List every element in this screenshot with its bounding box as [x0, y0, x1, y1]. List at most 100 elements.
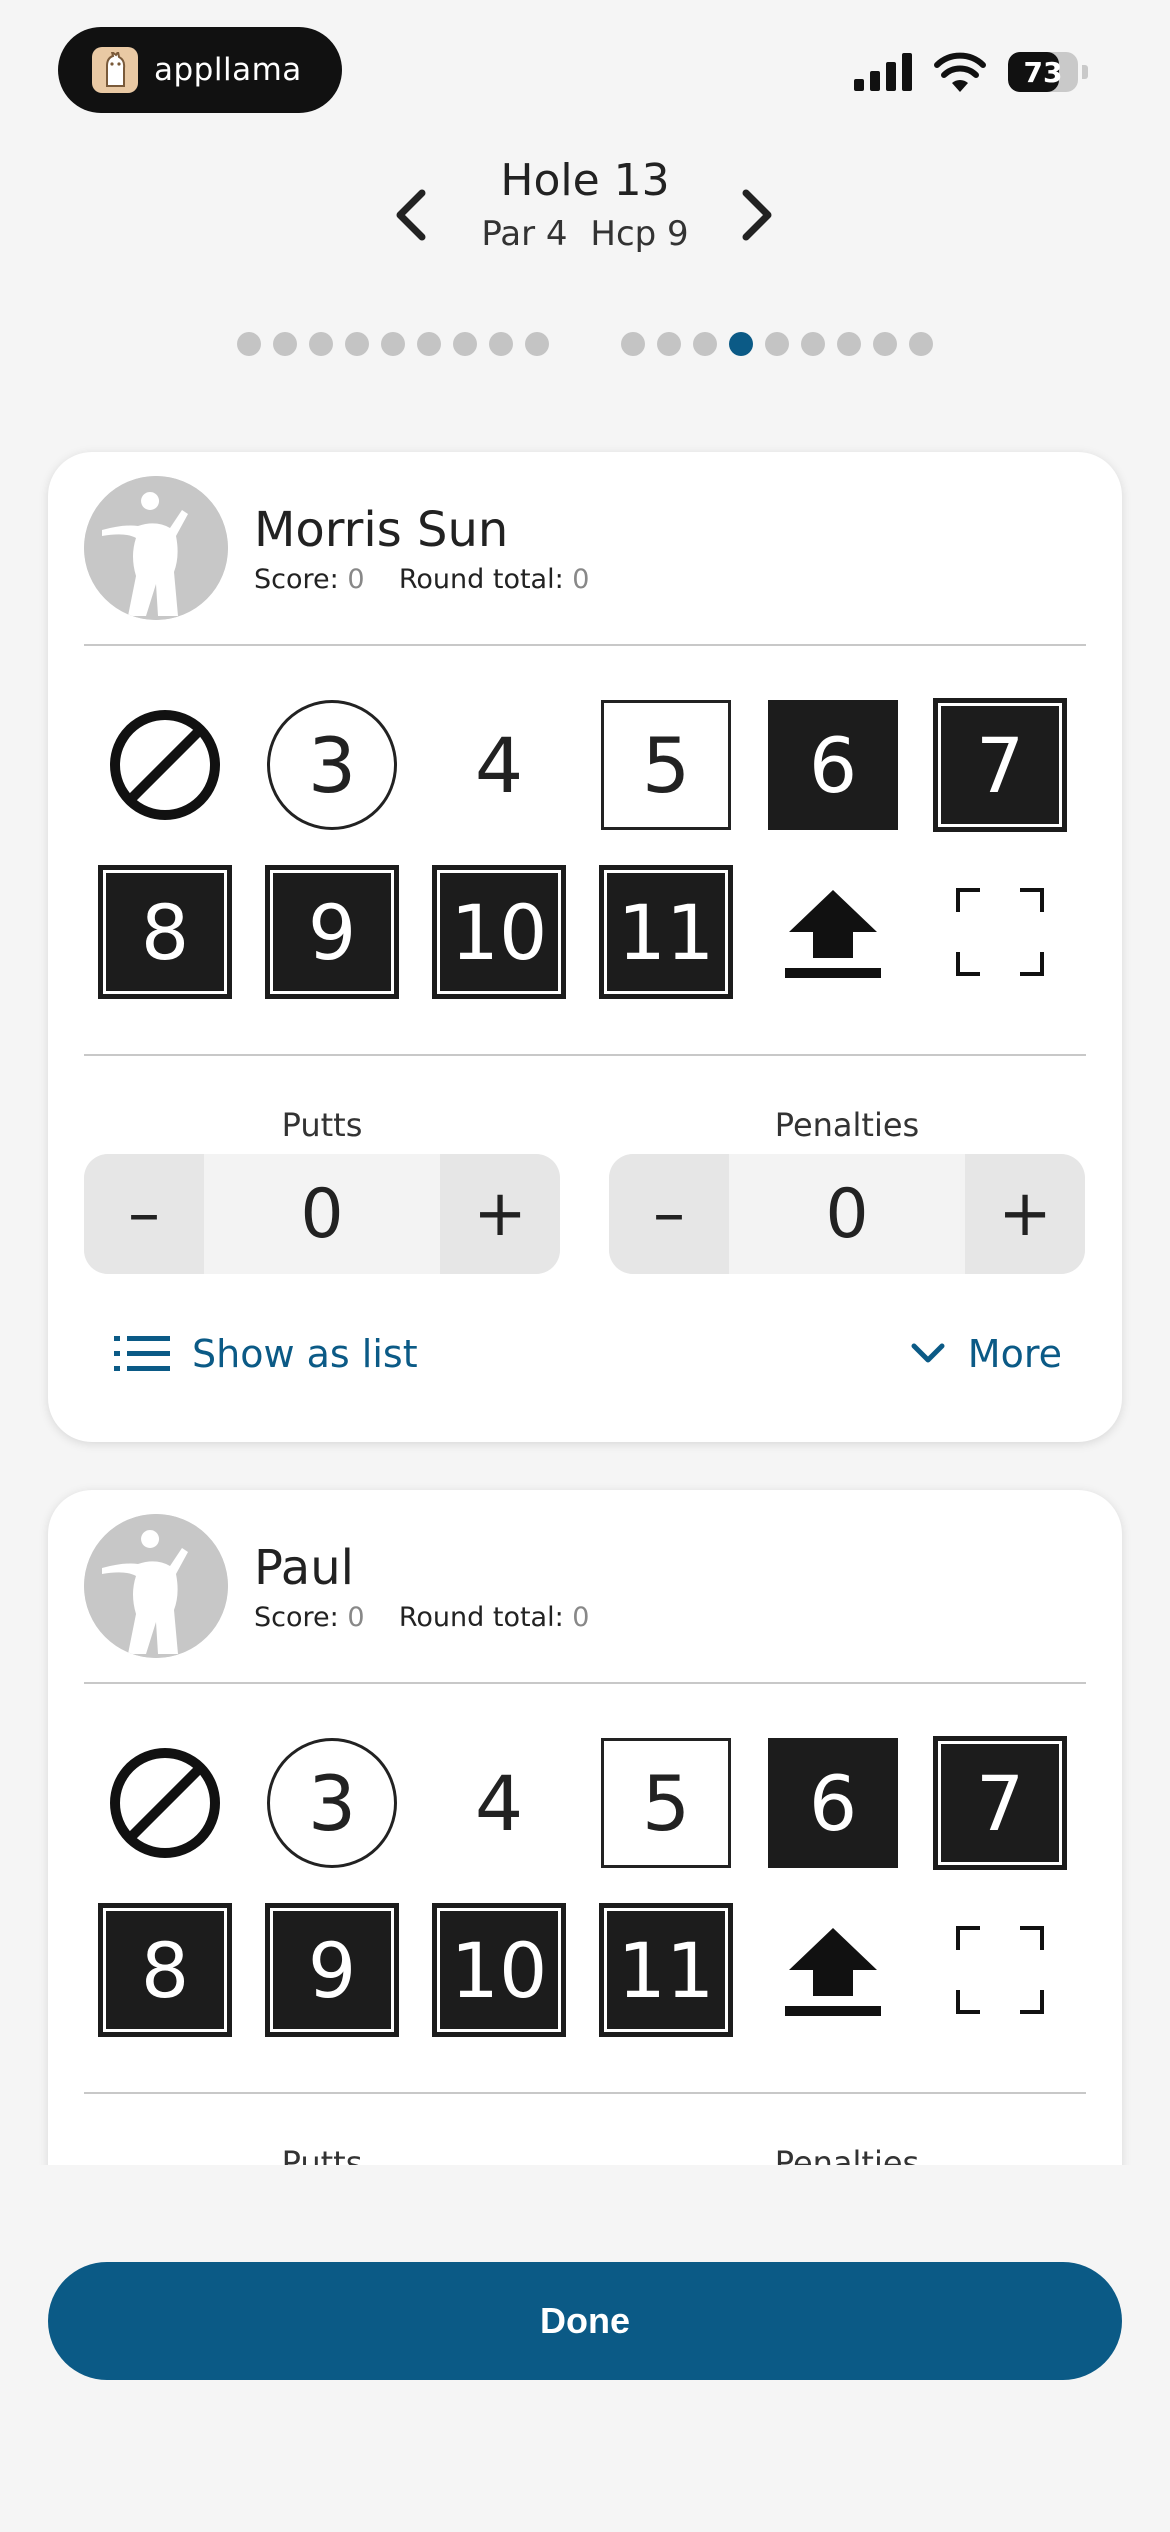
- score-option-10[interactable]: 10: [432, 1903, 566, 2037]
- hole-par: Par 4: [481, 214, 568, 254]
- score-option-5[interactable]: 5: [601, 700, 731, 830]
- chevron-down-icon: [911, 1343, 945, 1363]
- score-option-4[interactable]: 4: [434, 1738, 564, 1868]
- no-score-icon: [110, 1748, 220, 1858]
- wifi-icon: [934, 52, 986, 92]
- pickup-button[interactable]: [935, 867, 1065, 997]
- score-option-3[interactable]: 3: [267, 700, 397, 830]
- score-option-7[interactable]: 7: [933, 1736, 1067, 1870]
- score-option-6[interactable]: 6: [768, 700, 898, 830]
- more-button[interactable]: More: [910, 1332, 1062, 1376]
- score-option-9[interactable]: 9: [265, 1903, 399, 2037]
- penalties-label: Penalties: [774, 2144, 920, 2165]
- hole-title: Hole 13: [500, 155, 670, 206]
- expand-frame-icon: [956, 888, 1044, 976]
- hole-dot-17[interactable]: [873, 332, 897, 356]
- hole-dot-15[interactable]: [801, 332, 825, 356]
- player-stats: Score: 0 Round total: 0: [254, 1602, 589, 1633]
- player-info: Paul Score: 0 Round total: 0: [254, 1540, 589, 1633]
- round-total-value: 0: [572, 563, 590, 595]
- round-total-label: Round total:: [398, 563, 564, 595]
- score-option-7[interactable]: 7: [933, 698, 1067, 832]
- hole-dot-16[interactable]: [837, 332, 861, 356]
- app-name: appllama: [154, 52, 302, 88]
- divider: [84, 644, 1086, 646]
- pickup-button[interactable]: [935, 1905, 1065, 2035]
- hole-pagination: [0, 332, 1170, 356]
- hole-subtitle: Par 4 Hcp 9: [0, 214, 1170, 254]
- hole-dot-18[interactable]: [909, 332, 933, 356]
- player-card: Paul Score: 0 Round total: 0 3 4 5 6 7 8: [48, 1490, 1122, 2165]
- player-header: Paul Score: 0 Round total: 0: [84, 1514, 589, 1658]
- penalties-value: 0: [825, 1174, 869, 1254]
- golfer-avatar-icon: [84, 476, 228, 620]
- previous-hole-button[interactable]: [382, 185, 442, 245]
- battery-tip: [1082, 65, 1088, 79]
- player-header: Morris Sun Score: 0 Round total: 0: [84, 476, 589, 620]
- player-stats: Score: 0 Round total: 0: [254, 564, 589, 595]
- hole-dot-9[interactable]: [525, 332, 549, 356]
- hole-hcp: Hcp 9: [590, 214, 689, 254]
- divider: [84, 2092, 1086, 2094]
- hole-dot-12[interactable]: [693, 332, 717, 356]
- penalties-decrement-button[interactable]: –: [609, 1154, 729, 1274]
- hole-dot-11[interactable]: [657, 332, 681, 356]
- player-list[interactable]: Morris Sun Score: 0 Round total: 0 3 4 5…: [0, 440, 1170, 2165]
- hole-dot-4[interactable]: [345, 332, 369, 356]
- score-value: 0: [347, 563, 365, 595]
- putts-increment-button[interactable]: +: [440, 1154, 560, 1274]
- arrow-up-icon: [785, 1928, 881, 2016]
- show-as-list-button[interactable]: Show as list: [114, 1332, 418, 1376]
- hole-dot-6[interactable]: [417, 332, 441, 356]
- expand-frame-icon: [956, 1926, 1044, 2014]
- score-value: 0: [347, 1601, 365, 1633]
- score-option-6[interactable]: 6: [768, 1738, 898, 1868]
- putts-decrement-button[interactable]: –: [84, 1154, 204, 1274]
- hole-dot-2[interactable]: [273, 332, 297, 356]
- hole-dot-5[interactable]: [381, 332, 405, 356]
- penalties-stepper: – 0 +: [609, 1154, 1085, 1274]
- higher-score-button[interactable]: [768, 1905, 898, 2035]
- hole-dot-14[interactable]: [765, 332, 789, 356]
- no-score-button[interactable]: [100, 700, 230, 830]
- score-option-3[interactable]: 3: [267, 1738, 397, 1868]
- hole-dot-13[interactable]: [729, 332, 753, 356]
- list-icon: [114, 1336, 170, 1371]
- hole-dot-7[interactable]: [453, 332, 477, 356]
- next-hole-button[interactable]: [726, 185, 786, 245]
- score-option-9[interactable]: 9: [265, 865, 399, 999]
- hole-dot-1[interactable]: [237, 332, 261, 356]
- arrow-up-icon: [785, 890, 881, 978]
- penalties-increment-button[interactable]: +: [965, 1154, 1085, 1274]
- no-score-button[interactable]: [100, 1738, 230, 1868]
- player-name: Paul: [254, 1539, 354, 1596]
- putts-value: 0: [300, 1174, 344, 1254]
- score-option-10[interactable]: 10: [432, 865, 566, 999]
- score-option-4[interactable]: 4: [434, 700, 564, 830]
- score-option-5[interactable]: 5: [601, 1738, 731, 1868]
- hole-dot-3[interactable]: [309, 332, 333, 356]
- status-icons: 73: [854, 52, 1088, 92]
- app-indicator-pill[interactable]: appllama: [58, 27, 342, 113]
- hole-dot-10[interactable]: [621, 332, 645, 356]
- score-label: Score:: [254, 563, 339, 595]
- score-option-8[interactable]: 8: [98, 865, 232, 999]
- llama-logo-icon: [92, 47, 138, 93]
- no-score-icon: [110, 710, 220, 820]
- hole-dot-8[interactable]: [489, 332, 513, 356]
- battery-percent: 73: [1023, 55, 1063, 89]
- score-label: Score:: [254, 1601, 339, 1633]
- putts-stepper: – 0 +: [84, 1154, 560, 1274]
- higher-score-button[interactable]: [768, 867, 898, 997]
- show-as-list-label: Show as list: [192, 1332, 418, 1376]
- chevron-right-icon: [742, 189, 772, 241]
- golfer-avatar-icon: [84, 1514, 228, 1658]
- cellular-signal-icon: [854, 53, 912, 91]
- done-button[interactable]: Done: [48, 2262, 1122, 2380]
- score-option-11[interactable]: 11: [599, 1903, 733, 2037]
- score-option-11[interactable]: 11: [599, 865, 733, 999]
- card-actions: Show as list More: [48, 1332, 1122, 1376]
- penalties-label: Penalties: [774, 1106, 920, 1144]
- round-total-label: Round total:: [398, 1601, 564, 1633]
- score-option-8[interactable]: 8: [98, 1903, 232, 2037]
